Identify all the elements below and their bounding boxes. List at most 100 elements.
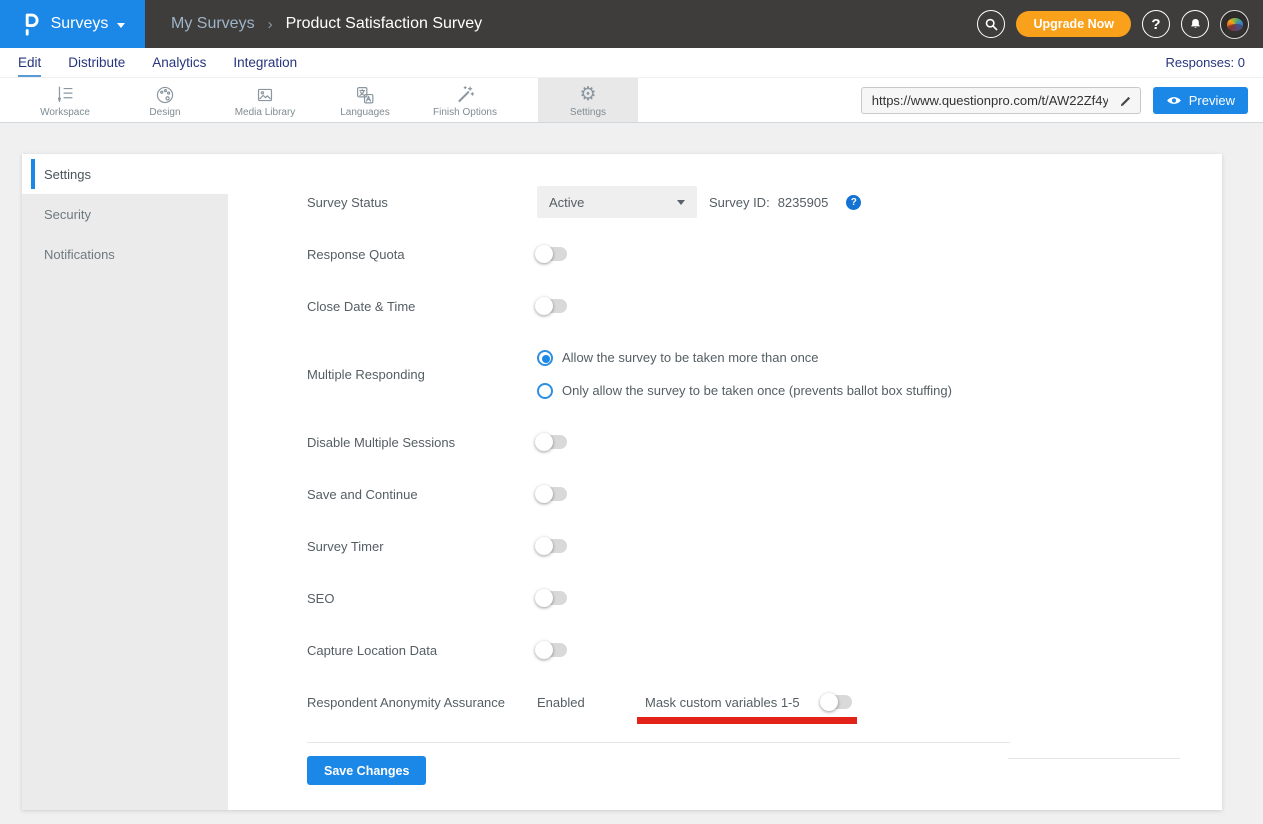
survey-timer-toggle[interactable]: [537, 539, 567, 553]
toggle-knob: [535, 433, 553, 451]
radio-option-allow-multiple[interactable]: Allow the survey to be taken more than o…: [537, 350, 952, 366]
search-button[interactable]: [977, 10, 1005, 38]
header-actions: Upgrade Now ?: [977, 0, 1263, 48]
capture-location-data-toggle[interactable]: [537, 643, 567, 657]
settings-gear-icon: ⚙: [579, 83, 596, 105]
user-avatar[interactable]: [1220, 10, 1249, 39]
tab-analytics[interactable]: Analytics: [152, 48, 206, 77]
preview-label: Preview: [1189, 93, 1235, 108]
nav-tabs: Edit Distribute Analytics Integration: [18, 48, 297, 77]
toggle-knob: [535, 297, 553, 315]
respondent-anonymity-label: Respondent Anonymity Assurance: [307, 695, 537, 710]
save-and-continue-toggle[interactable]: [537, 487, 567, 501]
survey-status-value: Active: [549, 195, 584, 210]
survey-url-input[interactable]: [862, 88, 1112, 113]
save-and-continue-row: Save and Continue: [307, 468, 1222, 520]
chevron-down-icon: [117, 23, 125, 28]
toolbar-label: Languages: [340, 107, 390, 118]
toggle-knob: [535, 245, 553, 263]
toolbar-label: Finish Options: [433, 107, 497, 118]
toolbar-label: Media Library: [235, 107, 296, 118]
radio-unselected-icon: [537, 383, 553, 399]
sidebar-item-label: Settings: [44, 167, 91, 182]
sidebar-item-security[interactable]: Security: [22, 194, 228, 234]
response-quota-label: Response Quota: [307, 247, 537, 262]
close-date-time-toggle[interactable]: [537, 299, 567, 313]
app-name: Surveys: [51, 15, 109, 33]
settings-content: Survey Status Active Survey ID: 8235905 …: [228, 154, 1222, 810]
sidebar-item-label: Security: [44, 207, 91, 222]
upgrade-now-button[interactable]: Upgrade Now: [1016, 11, 1131, 37]
radio-option-only-once[interactable]: Only allow the survey to be taken once (…: [537, 383, 952, 399]
preview-button[interactable]: Preview: [1153, 87, 1248, 114]
survey-id-value: 8235905: [778, 195, 829, 210]
questionpro-logo-icon: [20, 9, 42, 39]
sidebar-item-notifications[interactable]: Notifications: [22, 234, 228, 274]
toolbar-item-finish-options[interactable]: Finish Options: [415, 78, 515, 122]
seo-label: SEO: [307, 591, 537, 606]
response-quota-row: Response Quota: [307, 228, 1222, 280]
form-divider: [307, 742, 1010, 743]
settings-card: Settings Security Notifications Survey S…: [22, 154, 1222, 810]
tab-distribute[interactable]: Distribute: [68, 48, 125, 77]
toolbar-item-design[interactable]: Design: [115, 78, 215, 122]
survey-timer-label: Survey Timer: [307, 539, 537, 554]
survey-id-label: Survey ID:: [709, 195, 770, 210]
top-header: Surveys My Surveys › Product Satisfactio…: [0, 0, 1263, 48]
chevron-down-icon: [677, 200, 685, 205]
help-button[interactable]: ?: [1142, 10, 1170, 38]
multiple-responding-options: Allow the survey to be taken more than o…: [537, 350, 952, 399]
secondary-divider: [1008, 758, 1180, 759]
product-switcher[interactable]: Surveys: [0, 0, 145, 48]
languages-icon: [353, 83, 377, 107]
edit-toolbar: Workspace Design Media Library Languages: [0, 78, 1263, 123]
disable-multiple-sessions-label: Disable Multiple Sessions: [307, 435, 537, 450]
survey-id-help-icon[interactable]: ?: [846, 195, 861, 210]
toolbar-item-workspace[interactable]: Workspace: [15, 78, 115, 122]
disable-multiple-sessions-row: Disable Multiple Sessions: [307, 416, 1222, 468]
toolbar-item-languages[interactable]: Languages: [315, 78, 415, 122]
breadcrumb-separator: ›: [268, 16, 273, 33]
capture-location-data-row: Capture Location Data: [307, 624, 1222, 676]
anonymity-status: Enabled: [537, 695, 645, 710]
toggle-knob: [535, 537, 553, 555]
survey-timer-row: Survey Timer: [307, 520, 1222, 572]
notifications-button[interactable]: [1181, 10, 1209, 38]
close-date-time-row: Close Date & Time: [307, 280, 1222, 332]
response-quota-toggle[interactable]: [537, 247, 567, 261]
radio-selected-icon: [537, 350, 553, 366]
settings-sidebar: Settings Security Notifications: [22, 154, 228, 810]
save-and-continue-label: Save and Continue: [307, 487, 537, 502]
toggle-knob: [535, 589, 553, 607]
toolbar-item-settings[interactable]: ⚙ Settings: [538, 78, 638, 122]
toggle-knob: [820, 693, 838, 711]
search-icon: [983, 16, 999, 32]
save-changes-button[interactable]: Save Changes: [307, 756, 426, 785]
respondent-anonymity-row: Respondent Anonymity Assurance Enabled M…: [307, 676, 1222, 728]
section-nav: Edit Distribute Analytics Integration Re…: [0, 48, 1263, 78]
help-icon: ?: [1151, 16, 1160, 33]
tab-edit[interactable]: Edit: [18, 48, 41, 77]
disable-multiple-sessions-toggle[interactable]: [537, 435, 567, 449]
media-library-icon: [253, 83, 277, 107]
seo-toggle[interactable]: [537, 591, 567, 605]
toggle-knob: [535, 641, 553, 659]
sidebar-item-settings[interactable]: Settings: [22, 154, 228, 194]
multiple-responding-label: Multiple Responding: [307, 367, 537, 382]
toolbar-item-media-library[interactable]: Media Library: [215, 78, 315, 122]
survey-url-box: [861, 87, 1141, 114]
survey-status-select[interactable]: Active: [537, 186, 697, 218]
capture-location-data-label: Capture Location Data: [307, 643, 537, 658]
survey-status-label: Survey Status: [307, 195, 537, 210]
radio-option-label: Only allow the survey to be taken once (…: [562, 383, 952, 398]
tab-integration[interactable]: Integration: [233, 48, 297, 77]
toolbar-label: Design: [149, 107, 180, 118]
mask-custom-variables-toggle[interactable]: [822, 695, 852, 709]
responses-count[interactable]: Responses: 0: [1166, 55, 1246, 70]
breadcrumb-my-surveys[interactable]: My Surveys: [171, 15, 255, 33]
finish-options-wand-icon: [453, 83, 477, 107]
design-palette-icon: [153, 83, 177, 107]
close-date-time-label: Close Date & Time: [307, 299, 537, 314]
edit-url-button[interactable]: [1112, 88, 1140, 113]
sidebar-item-label: Notifications: [44, 247, 115, 262]
